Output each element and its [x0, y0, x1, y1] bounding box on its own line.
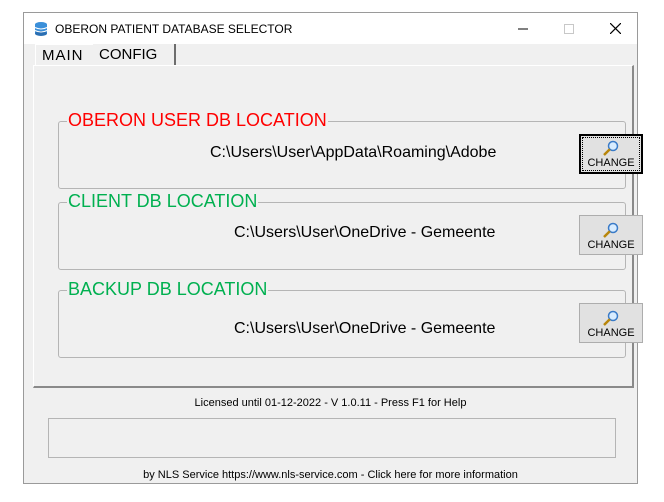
- maximize-button[interactable]: [546, 13, 592, 44]
- window-title: OBERON PATIENT DATABASE SELECTOR: [55, 22, 293, 36]
- main-tab-panel: OBERON USER DB LOCATION C:\Users\User\Ap…: [33, 65, 643, 388]
- client-db-path-box: C:\Users\User\OneDrive - Gemeente: [234, 223, 534, 248]
- message-box: [48, 418, 616, 458]
- close-button[interactable]: [592, 13, 638, 44]
- tab-main[interactable]: MAIN: [35, 44, 93, 66]
- user-db-path: C:\Users\User\AppData\Roaming\Adobe: [210, 144, 497, 161]
- user-db-legend: OBERON USER DB LOCATION: [67, 110, 328, 130]
- client-db-path: C:\Users\User\OneDrive - Gemeente: [234, 224, 496, 241]
- magnifier-icon: [603, 310, 619, 326]
- change-client-db-button[interactable]: CHANGE: [579, 215, 643, 255]
- change-client-db-label: CHANGE: [587, 239, 635, 251]
- change-backup-db-button[interactable]: CHANGE: [579, 303, 643, 343]
- database-icon: [33, 21, 49, 37]
- tab-config[interactable]: CONFIG: [93, 44, 176, 66]
- title-bar[interactable]: OBERON PATIENT DATABASE SELECTOR: [24, 13, 637, 44]
- close-icon: [609, 23, 621, 34]
- app-window: OBERON PATIENT DATABASE SELECTOR MAIN CO…: [23, 12, 643, 484]
- client-db-group: CLIENT DB LOCATION C:\Users\User\OneDriv…: [58, 191, 643, 270]
- backup-db-legend: BACKUP DB LOCATION: [67, 279, 269, 299]
- magnifier-icon: [603, 140, 619, 156]
- minimize-button[interactable]: [500, 13, 546, 44]
- backup-db-path: C:\Users\User\OneDrive - Gemeente: [234, 320, 496, 337]
- minimize-icon: [518, 28, 528, 29]
- magnifier-icon: [603, 222, 619, 238]
- maximize-icon: [564, 23, 574, 34]
- backup-db-path-box: C:\Users\User\OneDrive - Gemeente: [234, 319, 534, 344]
- user-db-group: OBERON USER DB LOCATION C:\Users\User\Ap…: [58, 110, 643, 189]
- change-user-db-label: CHANGE: [587, 157, 635, 169]
- backup-db-group: BACKUP DB LOCATION C:\Users\User\OneDriv…: [58, 279, 643, 358]
- client-db-legend: CLIENT DB LOCATION: [67, 191, 259, 211]
- license-status: Licensed until 01-12-2022 - V 1.0.11 - P…: [194, 397, 467, 409]
- change-user-db-button[interactable]: CHANGE: [579, 134, 643, 174]
- footer-link[interactable]: by NLS Service https://www.nls-service.c…: [24, 469, 637, 481]
- change-backup-db-label: CHANGE: [587, 327, 635, 339]
